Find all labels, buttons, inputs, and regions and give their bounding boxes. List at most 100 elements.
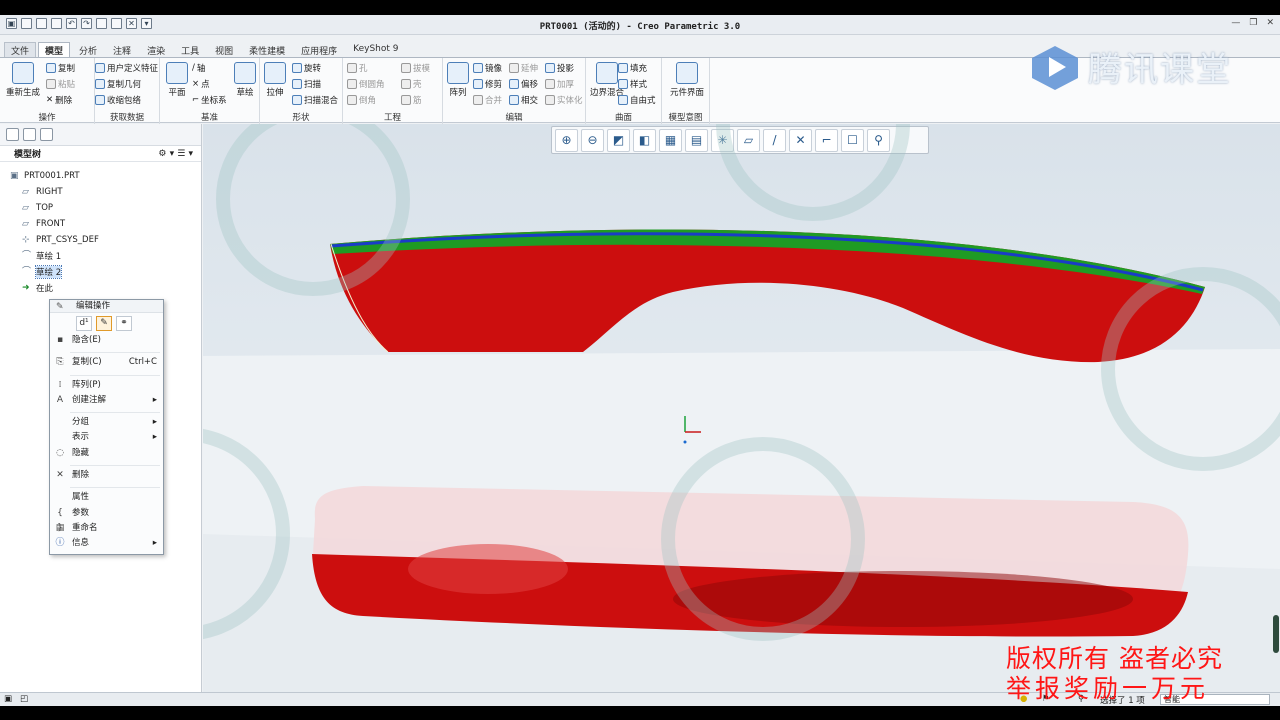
solidify-button[interactable]: 实体化 bbox=[545, 94, 583, 106]
udf-button[interactable]: 用户定义特征 bbox=[95, 62, 158, 74]
tree-item-right[interactable]: ▱ RIGHT bbox=[0, 184, 201, 200]
group-label-engineering[interactable]: 工程 bbox=[343, 111, 442, 123]
mirror-button[interactable]: 镜像 bbox=[473, 62, 502, 74]
paste-button[interactable]: 粘贴 bbox=[46, 78, 75, 90]
edit-definition-icon[interactable]: ✎ bbox=[96, 316, 112, 331]
tree-item-sketch-1[interactable]: ⌒ 草绘 1 bbox=[0, 248, 201, 264]
project-button[interactable]: 投影 bbox=[545, 62, 574, 74]
tree-item-insert-here[interactable]: ➜ 在此 bbox=[0, 280, 201, 296]
ctx-item-create-annotation[interactable]: A 创建注解 ▸ bbox=[50, 393, 163, 408]
group-label-model-intent[interactable]: 模型意图 bbox=[662, 111, 709, 123]
ctx-item-delete[interactable]: ✕ 删除 bbox=[50, 468, 163, 483]
ctx-item-info[interactable]: ⓘ 信息 ▸ bbox=[50, 536, 163, 551]
edit-dimensions-icon[interactable]: d¹ bbox=[76, 316, 92, 331]
ctx-item-properties[interactable]: 属性 bbox=[50, 490, 163, 505]
trim-button[interactable]: 修剪 bbox=[473, 78, 502, 90]
tab-model[interactable]: 模型 bbox=[38, 42, 71, 57]
group-label-shapes[interactable]: 形状 bbox=[260, 111, 342, 123]
tab-annotate[interactable]: 注释 bbox=[106, 42, 138, 57]
delete-button[interactable]: ✕ 删除 bbox=[46, 94, 72, 106]
ctx-item-represent[interactable]: 表示 ▸ bbox=[50, 430, 163, 445]
swept-blend-button[interactable]: 扫描混合 bbox=[292, 94, 338, 106]
group-label-editing[interactable]: 编辑 bbox=[443, 111, 585, 123]
scroll-thumb[interactable] bbox=[1273, 615, 1279, 653]
restore-icon[interactable]: ❐ bbox=[1249, 18, 1257, 28]
spin-center-icon[interactable]: ⚲ bbox=[867, 128, 890, 152]
component-interface-button[interactable]: 元件界面 bbox=[670, 62, 704, 98]
thicken-button[interactable]: 加厚 bbox=[545, 78, 574, 90]
merge-button[interactable]: 合并 bbox=[473, 94, 502, 106]
plane-display-icon[interactable]: ▱ bbox=[737, 128, 760, 152]
tab-render[interactable]: 渲染 bbox=[140, 42, 172, 57]
pattern-button[interactable]: 阵列 bbox=[447, 62, 469, 98]
axis-button[interactable]: / 轴 bbox=[192, 62, 205, 74]
favorites-tab-icon[interactable] bbox=[40, 128, 53, 141]
group-label-operations[interactable]: 操作 bbox=[0, 111, 94, 123]
copy-button[interactable]: 复制 bbox=[46, 62, 75, 74]
ctx-item-suppress[interactable]: ▪ 隐含(E) bbox=[50, 333, 163, 348]
tab-tools[interactable]: 工具 bbox=[174, 42, 206, 57]
ctx-item-copy[interactable]: ⎘ 复制(C) Ctrl+C bbox=[50, 355, 163, 370]
copy-geometry-button[interactable]: 复制几何 bbox=[95, 78, 141, 90]
saved-views-icon[interactable]: ▦ bbox=[659, 128, 682, 152]
extend-button[interactable]: 延伸 bbox=[509, 62, 538, 74]
point-display-icon[interactable]: ✕ bbox=[789, 128, 812, 152]
group-label-datum[interactable]: 基准 bbox=[160, 111, 259, 123]
graphics-area[interactable]: ⊕ ⊖ ◩ ◧ ▦ ▤ ✳ ▱ / ✕ ⌐ ☐ ⚲ bbox=[203, 124, 1280, 692]
group-label-surfaces[interactable]: 曲面 bbox=[586, 111, 661, 123]
folder-browser-tab-icon[interactable] bbox=[23, 128, 36, 141]
tab-file[interactable]: 文件 bbox=[4, 42, 37, 57]
tab-flexible-modeling[interactable]: 柔性建模 bbox=[242, 42, 292, 57]
minimize-icon[interactable]: — bbox=[1231, 18, 1240, 28]
regenerate-button[interactable]: 重新生成 bbox=[6, 62, 40, 98]
revolve-button[interactable]: 旋转 bbox=[292, 62, 321, 74]
refit-icon[interactable]: ◩ bbox=[607, 128, 630, 152]
rib-button[interactable]: 筋 bbox=[401, 94, 422, 106]
shell-button[interactable]: 壳 bbox=[401, 78, 422, 90]
style-button[interactable]: 样式 bbox=[618, 78, 647, 90]
tree-item-csys[interactable]: ⊹ PRT_CSYS_DEF bbox=[0, 232, 201, 248]
tab-keyshot[interactable]: KeyShot 9 bbox=[346, 42, 405, 57]
tab-applications[interactable]: 应用程序 bbox=[294, 42, 344, 57]
tree-item-front[interactable]: ▱ FRONT bbox=[0, 216, 201, 232]
point-button[interactable]: × 点 bbox=[192, 78, 210, 90]
fill-button[interactable]: 填充 bbox=[618, 62, 647, 74]
csys-button[interactable]: ⌐ 坐标系 bbox=[192, 94, 227, 106]
tab-view[interactable]: 视图 bbox=[208, 42, 240, 57]
nav-toggle-icon[interactable]: ▣ bbox=[4, 694, 12, 704]
model-tree-tab-icon[interactable] bbox=[6, 128, 19, 141]
freestyle-button[interactable]: 自由式 bbox=[618, 94, 656, 106]
shrinkwrap-button[interactable]: 收缩包络 bbox=[95, 94, 141, 106]
axis-display-icon[interactable]: / bbox=[763, 128, 786, 152]
zoom-out-icon[interactable]: ⊖ bbox=[581, 128, 604, 152]
ctx-item-pattern[interactable]: ⁞ 阵列(P) bbox=[50, 378, 163, 393]
sketch-button[interactable]: 草绘 bbox=[234, 62, 256, 98]
hole-button[interactable]: 孔 bbox=[347, 62, 368, 74]
tree-item-sketch-2[interactable]: ⌒ 草绘 2 bbox=[0, 264, 201, 280]
tree-settings-icon[interactable]: ⚙ ▾ ☰ ▾ bbox=[158, 149, 193, 159]
display-style-icon[interactable]: ▤ bbox=[685, 128, 708, 152]
plane-button[interactable]: 平面 bbox=[166, 62, 188, 98]
extrude-button[interactable]: 拉伸 bbox=[264, 62, 286, 98]
offset-button[interactable]: 偏移 bbox=[509, 78, 538, 90]
sweep-button[interactable]: 扫描 bbox=[292, 78, 321, 90]
csys-display-icon[interactable]: ⌐ bbox=[815, 128, 838, 152]
draft-button[interactable]: 拔模 bbox=[401, 62, 430, 74]
reorient-icon[interactable]: ◧ bbox=[633, 128, 656, 152]
group-label-get-data[interactable]: 获取数据 bbox=[95, 111, 159, 123]
intersect-button[interactable]: 相交 bbox=[509, 94, 538, 106]
close-icon[interactable]: ✕ bbox=[1266, 18, 1274, 28]
ctx-item-hide[interactable]: ◌ 隐藏 bbox=[50, 446, 163, 461]
edit-references-icon[interactable]: ⚭ bbox=[116, 316, 132, 331]
browser-toggle-icon[interactable]: ◰ bbox=[20, 694, 28, 704]
view-manager-icon[interactable]: ✳ bbox=[711, 128, 734, 152]
annotation-display-icon[interactable]: ☐ bbox=[841, 128, 864, 152]
round-button[interactable]: 倒圆角 bbox=[347, 78, 385, 90]
ctx-item-rename[interactable]: ▤ 重命名 bbox=[50, 521, 163, 536]
tree-item-top[interactable]: ▱ TOP bbox=[0, 200, 201, 216]
chamfer-button[interactable]: 倒角 bbox=[347, 94, 376, 106]
tab-analysis[interactable]: 分析 bbox=[72, 42, 104, 57]
ctx-item-group[interactable]: 分组 ▸ bbox=[50, 415, 163, 430]
tree-item-part[interactable]: ▣ PRT0001.PRT bbox=[0, 168, 201, 184]
ctx-item-parameters[interactable]: { } 参数 bbox=[50, 506, 163, 533]
